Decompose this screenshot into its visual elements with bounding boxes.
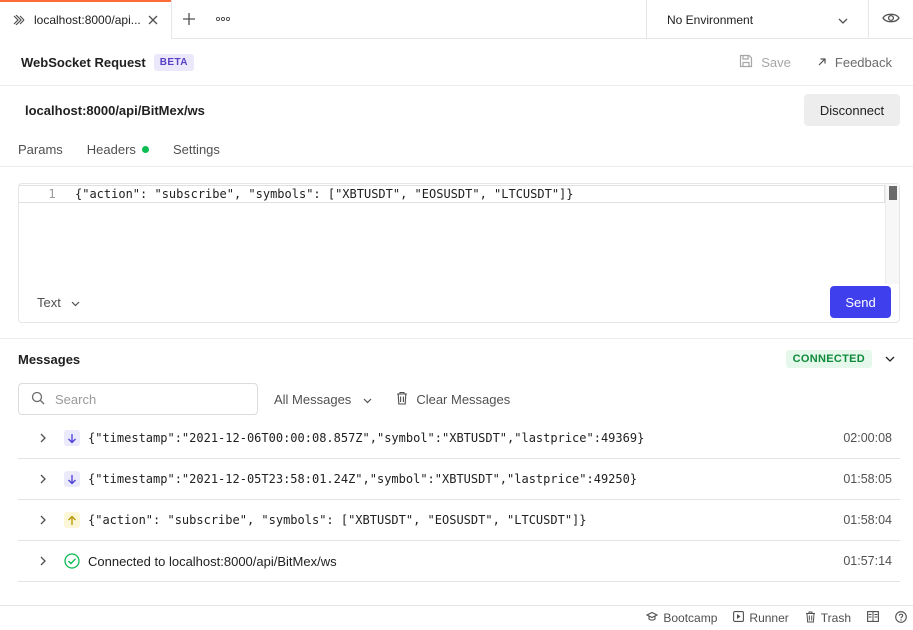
message-time: 01:58:04 (843, 513, 892, 527)
message-text: Connected to localhost:8000/api/BitMex/w… (88, 553, 337, 569)
clear-messages-label: Clear Messages (416, 391, 511, 407)
status-badge: CONNECTED (785, 350, 872, 368)
two-pane-toggle[interactable] (867, 611, 879, 625)
message-row[interactable]: {"action": "subscribe", "symbols": ["XBT… (18, 500, 900, 541)
message-row[interactable]: {"timestamp":"2021-12-05T23:58:01.24Z","… (18, 459, 900, 500)
chevron-right-icon[interactable] (40, 433, 50, 443)
tab-headers[interactable]: Headers (87, 142, 149, 157)
chevron-right-icon[interactable] (40, 515, 50, 525)
status-bar: Bootcamp Runner Trash (0, 605, 913, 630)
trash-icon (805, 611, 816, 626)
editor-scrollbar[interactable] (885, 184, 899, 284)
message-row[interactable]: Connected to localhost:8000/api/BitMex/w… (18, 541, 900, 582)
chevron-down-icon[interactable] (880, 356, 900, 362)
message-text: {"timestamp":"2021-12-05T23:58:01.24Z","… (88, 472, 638, 486)
two-pane-icon (867, 611, 879, 625)
editor-footer: Text Send (19, 282, 899, 322)
messages-header: Messages CONNECTED (18, 348, 900, 370)
request-title: WebSocket Request (21, 55, 146, 70)
new-tab-button[interactable] (172, 0, 206, 38)
tab-label: localhost:8000/api... (34, 12, 141, 27)
headers-indicator-dot (141, 145, 149, 153)
search-input[interactable] (55, 391, 235, 407)
request-header: WebSocket Request BETA Save Feedback (0, 40, 913, 86)
editor-code[interactable]: {"action": "subscribe", "symbols": ["XBT… (75, 187, 574, 201)
arrow-up-icon (64, 512, 80, 528)
environment-label: No Environment (667, 12, 754, 27)
search-box[interactable] (18, 383, 258, 415)
format-label: Text (37, 294, 61, 310)
message-time: 02:00:08 (843, 431, 892, 445)
bootcamp-label: Bootcamp (663, 611, 718, 625)
message-text: {"action": "subscribe", "symbols": ["XBT… (88, 513, 587, 527)
save-icon (739, 54, 753, 71)
trash-icon (396, 391, 408, 408)
message-time: 01:57:14 (843, 554, 892, 568)
close-icon[interactable] (145, 12, 161, 28)
environment-quick-look-button[interactable] (868, 0, 913, 38)
message-editor[interactable]: 1 {"action": "subscribe", "symbols": ["X… (18, 183, 900, 323)
arrow-up-right-icon (817, 55, 827, 70)
check-circle-icon (64, 553, 80, 569)
messages-title: Messages (18, 351, 81, 367)
chevron-down-icon (838, 13, 848, 27)
feedback-label: Feedback (834, 55, 892, 70)
search-icon (31, 391, 45, 408)
tab-bar: localhost:8000/api... No Environment (0, 0, 913, 39)
runner-label: Runner (749, 611, 789, 625)
scrollbar-thumb[interactable] (889, 186, 897, 200)
clear-messages-button[interactable]: Clear Messages (396, 391, 510, 408)
bootcamp-button[interactable]: Bootcamp (646, 611, 717, 625)
message-filter-label: All Messages (274, 391, 352, 407)
send-button[interactable]: Send (830, 286, 891, 318)
request-tab[interactable]: localhost:8000/api... (0, 0, 172, 39)
trash-label: Trash (820, 611, 851, 625)
arrow-down-icon (64, 430, 80, 446)
message-filter-select[interactable]: All Messages (274, 392, 372, 407)
editor-line[interactable]: 1 {"action": "subscribe", "symbols": ["X… (19, 185, 885, 203)
play-icon (733, 611, 745, 625)
chevron-down-icon (363, 392, 372, 407)
graduation-cap-icon (646, 611, 659, 625)
tab-settings-label: Settings (172, 141, 220, 157)
chevron-right-icon[interactable] (40, 474, 50, 484)
url-row: localhost:8000/api/BitMex/ws Disconnect (0, 87, 913, 133)
tab-headers-label: Headers (86, 141, 136, 157)
trash-button[interactable]: Trash (805, 611, 851, 626)
help-button[interactable] (895, 610, 907, 626)
environment-select[interactable]: No Environment (646, 0, 868, 39)
save-label: Save (761, 55, 791, 70)
save-button[interactable]: Save (739, 54, 791, 71)
eye-icon (882, 12, 900, 27)
url-input[interactable]: localhost:8000/api/BitMex/ws (25, 103, 804, 118)
chevron-down-icon (71, 295, 80, 310)
tab-settings[interactable]: Settings (173, 142, 220, 157)
beta-badge: BETA (153, 54, 194, 71)
message-text: {"timestamp":"2021-12-06T00:00:08.857Z",… (88, 431, 645, 445)
websocket-icon (12, 13, 26, 27)
arrow-down-icon (64, 471, 80, 487)
disconnect-button[interactable]: Disconnect (804, 94, 900, 126)
divider (0, 338, 913, 339)
request-tabs: Params Headers Settings (0, 132, 913, 167)
runner-button[interactable]: Runner (733, 611, 789, 625)
message-row[interactable]: {"timestamp":"2021-12-06T00:00:08.857Z",… (18, 418, 900, 459)
message-time: 01:58:05 (843, 472, 892, 486)
help-icon (895, 610, 907, 626)
messages-filter-row: All Messages Clear Messages (18, 383, 900, 415)
message-list: {"timestamp":"2021-12-06T00:00:08.857Z",… (18, 418, 900, 582)
tab-params[interactable]: Params (18, 142, 63, 157)
line-number: 1 (48, 187, 56, 201)
chevron-right-icon[interactable] (40, 556, 50, 566)
tab-params-label: Params (18, 141, 63, 157)
more-tabs-icon[interactable] (206, 0, 240, 38)
format-select[interactable]: Text (37, 295, 80, 310)
feedback-button[interactable]: Feedback (817, 55, 892, 70)
